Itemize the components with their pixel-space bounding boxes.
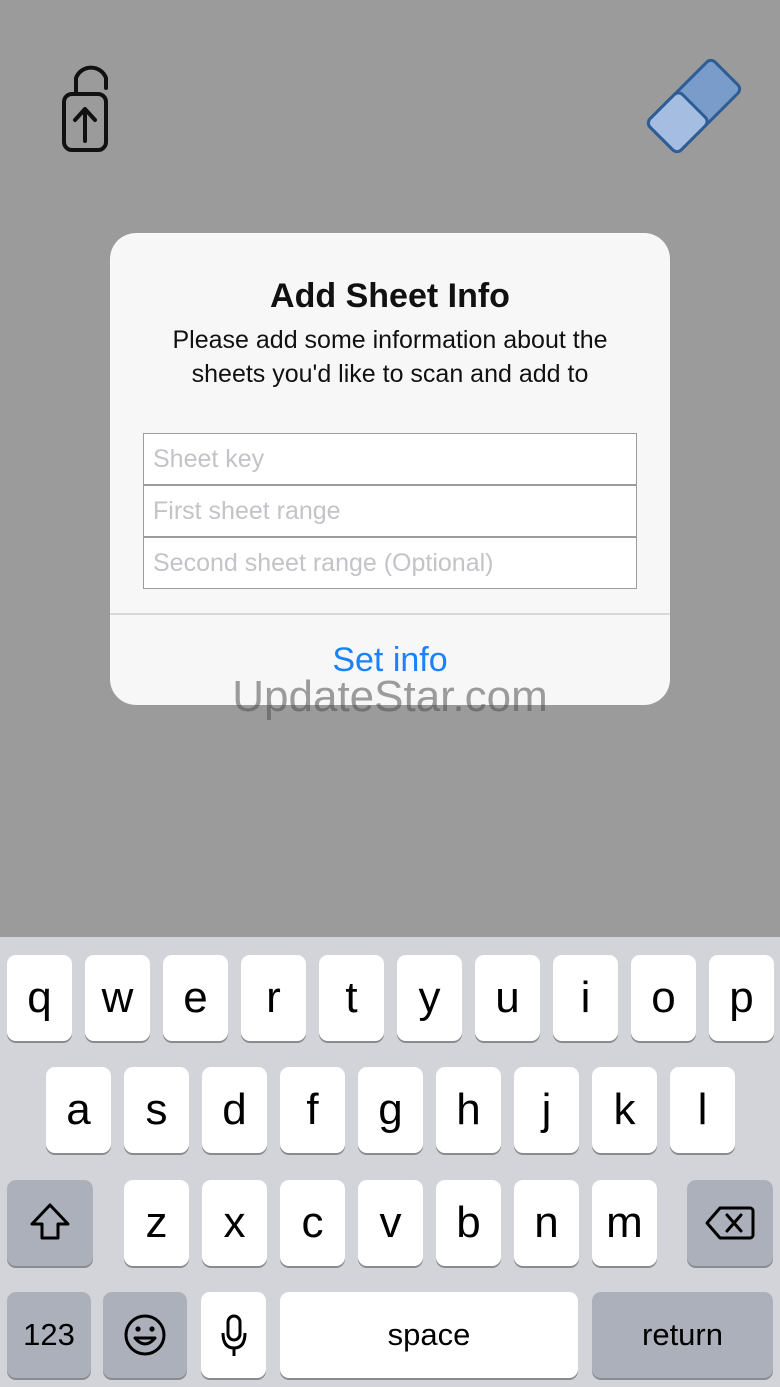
emoji-key[interactable]	[103, 1292, 187, 1378]
sheet-key-input[interactable]	[143, 433, 637, 485]
key-w[interactable]: w	[85, 955, 150, 1041]
key-g[interactable]: g	[358, 1067, 423, 1153]
key-v[interactable]: v	[358, 1180, 423, 1266]
key-k[interactable]: k	[592, 1067, 657, 1153]
dialog-message-line-1: Please add some information about the	[172, 326, 608, 354]
key-b[interactable]: b	[436, 1180, 501, 1266]
key-c[interactable]: c	[280, 1180, 345, 1266]
eraser-icon[interactable]	[640, 52, 748, 160]
backspace-icon	[687, 1180, 773, 1266]
key-q[interactable]: q	[7, 955, 72, 1041]
numbers-key[interactable]: 123	[7, 1292, 91, 1378]
shift-key[interactable]	[7, 1180, 93, 1266]
space-key[interactable]: space	[280, 1292, 578, 1378]
key-f[interactable]: f	[280, 1067, 345, 1153]
dialog-title: Add Sheet Info	[270, 277, 510, 315]
key-a[interactable]: a	[46, 1067, 111, 1153]
key-h[interactable]: h	[436, 1067, 501, 1153]
microphone-icon	[201, 1292, 266, 1378]
dialog-message: Please add some information about the sh…	[0, 323, 780, 391]
key-s[interactable]: s	[124, 1067, 189, 1153]
key-n[interactable]: n	[514, 1180, 579, 1266]
key-d[interactable]: d	[202, 1067, 267, 1153]
key-y[interactable]: y	[397, 955, 462, 1041]
delete-key[interactable]	[687, 1180, 773, 1266]
key-e[interactable]: e	[163, 955, 228, 1041]
door-hanger-signout-icon[interactable]	[56, 58, 112, 154]
emoji-icon	[103, 1292, 187, 1378]
key-m[interactable]: m	[592, 1180, 657, 1266]
key-o[interactable]: o	[631, 955, 696, 1041]
shift-icon	[7, 1180, 93, 1266]
key-j[interactable]: j	[514, 1067, 579, 1153]
first-sheet-range-input[interactable]	[143, 485, 637, 537]
second-sheet-range-input[interactable]	[143, 537, 637, 589]
key-r[interactable]: r	[241, 955, 306, 1041]
dialog-message-line-2: sheets you'd like to scan and add to	[191, 360, 589, 388]
return-key[interactable]: return	[592, 1292, 773, 1378]
key-p[interactable]: p	[709, 955, 774, 1041]
key-z[interactable]: z	[124, 1180, 189, 1266]
key-x[interactable]: x	[202, 1180, 267, 1266]
key-t[interactable]: t	[319, 955, 384, 1041]
key-u[interactable]: u	[475, 955, 540, 1041]
key-l[interactable]: l	[670, 1067, 735, 1153]
set-info-button[interactable]: Set info	[110, 614, 670, 705]
dictation-key[interactable]	[201, 1292, 266, 1378]
key-i[interactable]: i	[553, 955, 618, 1041]
